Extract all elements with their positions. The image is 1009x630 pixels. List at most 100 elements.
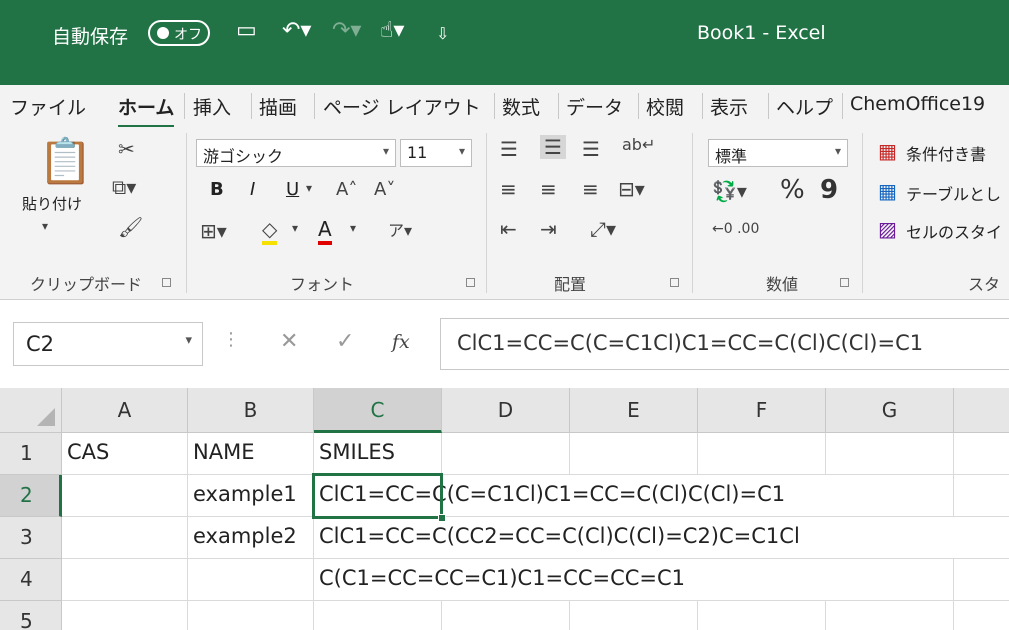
tab-data[interactable]: データ xyxy=(566,93,623,120)
column-header-a[interactable]: A xyxy=(62,388,188,433)
number-format-select[interactable]: 標準 ▾ xyxy=(708,139,848,167)
tab-chemoffice[interactable]: ChemOffice19 xyxy=(850,93,985,115)
cell-g2[interactable] xyxy=(826,475,954,517)
column-header-e[interactable]: E xyxy=(570,388,698,433)
increase-font-icon[interactable]: A˄ xyxy=(336,179,357,200)
name-box[interactable]: C2 ▾ xyxy=(13,322,203,366)
increase-indent-icon[interactable]: ⇥ xyxy=(540,217,557,241)
increase-decimal-icon[interactable]: ←0 .00 xyxy=(712,221,759,237)
cell-b1[interactable]: NAME xyxy=(188,433,314,475)
copy-icon[interactable]: ⧉▾ xyxy=(112,175,136,199)
cell-b4[interactable] xyxy=(188,559,314,601)
cell-f5[interactable] xyxy=(698,601,826,630)
cell-c3[interactable]: ClC1=CC=C(CC2=CC=C(Cl)C(Cl)=C2)C=C1Cl xyxy=(314,517,954,559)
column-header-c[interactable]: C xyxy=(314,388,442,433)
fill-color-dropdown-icon[interactable]: ▾ xyxy=(292,221,298,235)
cell-b2[interactable]: example1 xyxy=(188,475,314,517)
save-icon[interactable]: ▭ xyxy=(236,18,257,43)
cell-g1[interactable] xyxy=(826,433,954,475)
cell-e5[interactable] xyxy=(570,601,698,630)
cell-b3[interactable]: example2 xyxy=(188,517,314,559)
enter-icon[interactable]: ✓ xyxy=(336,329,354,354)
cell-d1[interactable] xyxy=(442,433,570,475)
tab-draw[interactable]: 描画 xyxy=(259,93,297,120)
row-header-4[interactable]: 4 xyxy=(0,559,62,601)
percent-style-button[interactable]: % xyxy=(780,175,805,205)
cell-b5[interactable] xyxy=(188,601,314,630)
tab-insert[interactable]: 挿入 xyxy=(193,93,231,120)
row-header-1[interactable]: 1 xyxy=(0,433,62,475)
italic-icon[interactable]: I xyxy=(250,179,255,200)
cell-f1[interactable] xyxy=(698,433,826,475)
decrease-font-icon[interactable]: A˅ xyxy=(374,179,395,200)
conditional-formatting-button[interactable]: 条件付き書 xyxy=(906,141,986,165)
font-color-dropdown-icon[interactable]: ▾ xyxy=(350,221,356,235)
cell-h2[interactable] xyxy=(954,475,1009,517)
align-bottom-icon[interactable]: ☰ xyxy=(582,137,600,161)
format-as-table-button[interactable]: テーブルとし xyxy=(906,181,1001,205)
cell-c2[interactable]: ClC1=CC=C(C=C1Cl)C1=CC=C(Cl)C(Cl)=C1 xyxy=(314,475,826,517)
cell-c1[interactable]: SMILES xyxy=(314,433,442,475)
dialog-launcher-icon[interactable] xyxy=(162,278,171,287)
cell-h3[interactable] xyxy=(954,517,1009,559)
cell-a3[interactable] xyxy=(62,517,188,559)
cut-icon[interactable]: ✂ xyxy=(118,137,135,161)
underline-icon[interactable]: U xyxy=(286,179,299,200)
bold-icon[interactable]: B xyxy=(210,179,224,200)
customize-qa-icon[interactable]: ⇩ xyxy=(436,24,449,43)
row-header-2[interactable]: 2 xyxy=(0,475,62,517)
paste-dropdown-icon[interactable]: ▾ xyxy=(42,219,48,233)
cell-a5[interactable] xyxy=(62,601,188,630)
tab-file[interactable]: ファイル xyxy=(10,93,86,120)
font-color-icon[interactable]: A xyxy=(318,217,332,245)
cell-a4[interactable] xyxy=(62,559,188,601)
align-center-icon[interactable]: ≡ xyxy=(540,177,557,201)
decrease-indent-icon[interactable]: ⇤ xyxy=(500,217,517,241)
cell-g5[interactable] xyxy=(826,601,954,630)
cell-styles-button[interactable]: セルのスタイ xyxy=(906,219,1002,243)
cell-h1[interactable] xyxy=(954,433,1009,475)
select-all-button[interactable] xyxy=(0,388,62,433)
underline-dropdown-icon[interactable]: ▾ xyxy=(306,181,312,195)
insert-function-icon[interactable]: fx xyxy=(392,331,410,353)
column-header-b[interactable]: B xyxy=(188,388,314,433)
formula-input[interactable]: ClC1=CC=C(C=C1Cl)C1=CC=C(Cl)C(Cl)=C1 xyxy=(440,318,1009,370)
font-size-select[interactable]: 11 ▾ xyxy=(400,139,472,167)
undo-icon[interactable]: ↶▾ xyxy=(282,18,311,43)
paste-icon[interactable]: 📋 xyxy=(38,135,93,187)
column-header-h[interactable] xyxy=(954,388,1009,433)
align-left-icon[interactable]: ≡ xyxy=(500,177,517,201)
format-painter-icon[interactable]: 🖌 xyxy=(118,215,143,239)
font-name-select[interactable]: 游ゴシック ▾ xyxy=(196,139,396,167)
redo-icon[interactable]: ↷▾ xyxy=(332,18,361,43)
autosave-toggle[interactable]: オフ xyxy=(148,20,210,46)
cell-h4[interactable] xyxy=(954,559,1009,601)
fill-handle[interactable] xyxy=(438,514,446,522)
wrap-text-icon[interactable]: ab↵ xyxy=(622,135,655,154)
align-middle-icon[interactable]: ☰ xyxy=(540,135,566,159)
tab-home[interactable]: ホーム xyxy=(118,93,175,128)
accounting-format-icon[interactable]: 💱▾ xyxy=(712,179,747,203)
cell-c5[interactable] xyxy=(314,601,442,630)
cancel-icon[interactable]: ✕ xyxy=(280,329,298,354)
merge-center-icon[interactable]: ⊟▾ xyxy=(618,177,645,201)
phonetic-guide-icon[interactable]: ア▾ xyxy=(388,217,412,241)
comma-style-button[interactable]: 9 xyxy=(820,175,838,205)
cell-a1[interactable]: CAS xyxy=(62,433,188,475)
cell-d5[interactable] xyxy=(442,601,570,630)
tab-review[interactable]: 校閲 xyxy=(646,93,684,120)
tab-view[interactable]: 表示 xyxy=(710,93,748,120)
cell-a2[interactable] xyxy=(62,475,188,517)
borders-icon[interactable]: ⊞▾ xyxy=(200,219,227,243)
row-header-5[interactable]: 5 xyxy=(0,601,62,630)
dialog-launcher-icon[interactable] xyxy=(466,278,475,287)
align-top-icon[interactable]: ☰ xyxy=(500,137,518,161)
tab-formulas[interactable]: 数式 xyxy=(502,93,540,120)
cell-g4[interactable] xyxy=(826,559,954,601)
cell-e1[interactable] xyxy=(570,433,698,475)
dialog-launcher-icon[interactable] xyxy=(670,278,679,287)
orientation-icon[interactable]: ⤢▾ xyxy=(590,217,616,241)
touch-mode-icon[interactable]: ☝▾ xyxy=(380,18,404,43)
tab-help[interactable]: ヘルプ xyxy=(776,93,833,120)
paste-label[interactable]: 貼り付け xyxy=(22,193,82,214)
